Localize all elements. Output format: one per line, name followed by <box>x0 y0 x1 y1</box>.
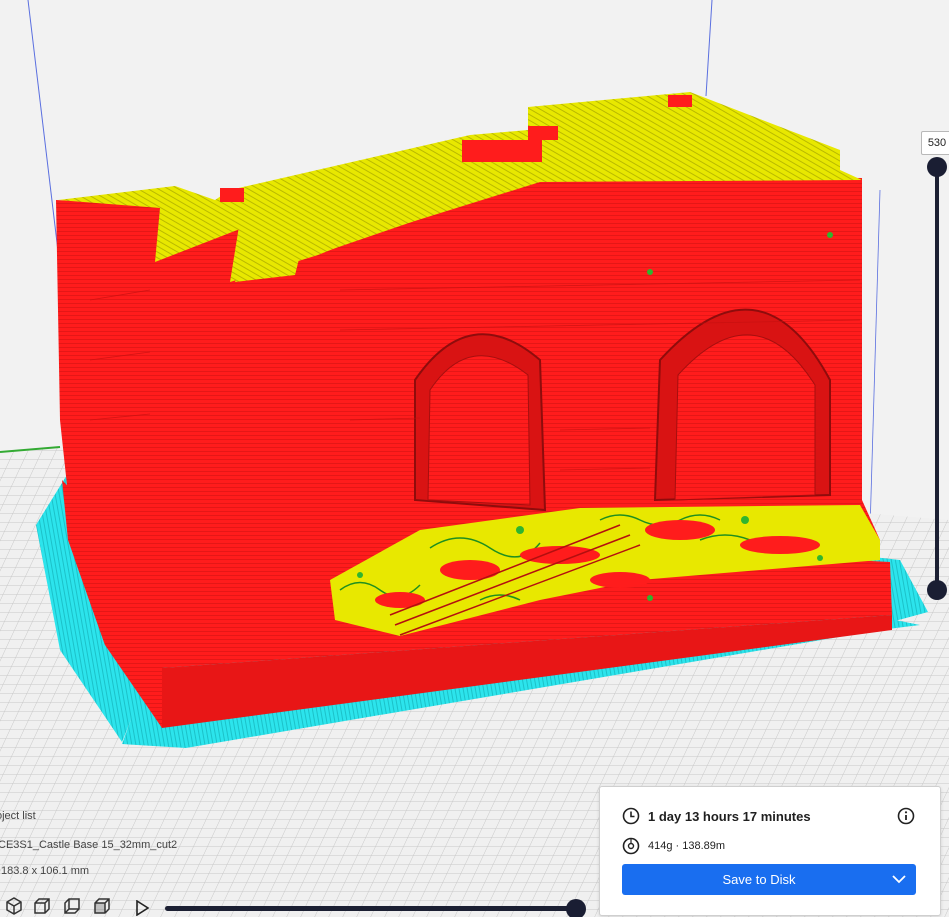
object-list-toggle[interactable]: oject list <box>0 810 36 822</box>
print-time-row: 1 day 13 hours 17 minutes <box>622 807 811 825</box>
info-icon[interactable] <box>897 807 915 825</box>
material-amount: 414g · 138.89m <box>648 840 726 852</box>
save-to-disk-button[interactable]: Save to Disk <box>622 864 916 895</box>
layer-slider-top-handle[interactable] <box>927 157 947 177</box>
play-simulation-button[interactable] <box>134 899 150 917</box>
clock-icon <box>622 807 640 825</box>
path-slider-track[interactable] <box>165 906 579 911</box>
front-view-icon[interactable] <box>32 896 52 916</box>
spool-icon <box>622 837 640 855</box>
3d-view-icon[interactable] <box>4 896 24 916</box>
layer-slider-track[interactable] <box>935 168 939 590</box>
print-time: 1 day 13 hours 17 minutes <box>648 808 811 824</box>
layer-slider-bottom-handle[interactable] <box>927 580 947 600</box>
path-slider-handle[interactable] <box>566 899 586 917</box>
print-info-panel: 1 day 13 hours 17 minutes 414g · 138.89m… <box>599 786 941 916</box>
save-button-label: Save to Disk <box>722 872 796 887</box>
object-name: CE3S1_Castle Base 15_32mm_cut2 <box>0 839 178 851</box>
object-dimensions: 183.8 x 106.1 mm <box>1 865 90 877</box>
left-view-icon[interactable] <box>92 896 112 916</box>
chevron-down-icon[interactable] <box>892 872 906 886</box>
material-row: 414g · 138.89m <box>622 837 725 855</box>
sliced-model-render[interactable] <box>0 0 949 917</box>
top-view-icon[interactable] <box>62 896 82 916</box>
play-icon <box>136 899 150 917</box>
layer-number-input[interactable]: 530 <box>921 131 949 155</box>
slice-preview-viewport[interactable]: 530 oject list CE3S1_Castle Base 15_32mm… <box>0 0 949 917</box>
